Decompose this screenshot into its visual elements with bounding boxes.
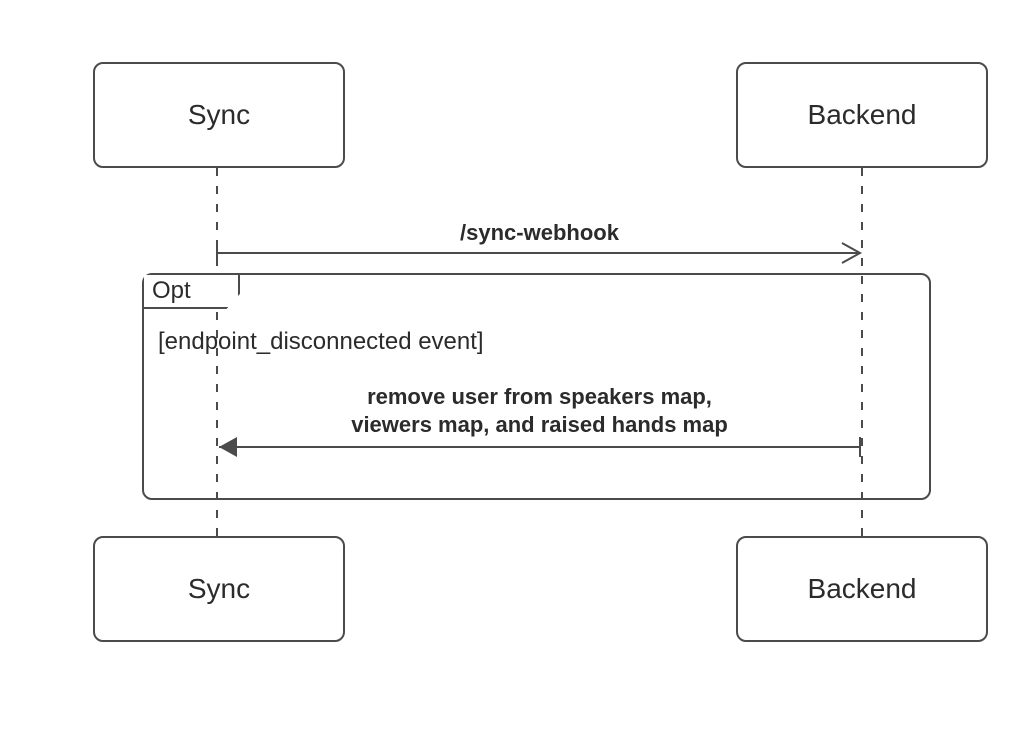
actor-sync-bottom: Sync xyxy=(93,536,345,642)
actor-sync-top: Sync xyxy=(93,62,345,168)
message-remove-user-line1: remove user from speakers map, xyxy=(367,384,712,409)
actor-backend-bottom: Backend xyxy=(736,536,988,642)
opt-guard: [endpoint_disconnected event] xyxy=(158,328,484,356)
actor-backend-top: Backend xyxy=(736,62,988,168)
message-remove-user-line2: viewers map, and raised hands map xyxy=(351,412,728,437)
message-remove-user-label: remove user from speakers map, viewers m… xyxy=(217,383,862,438)
message-sync-webhook-label: /sync-webhook xyxy=(217,219,862,247)
opt-fragment-tag: Opt xyxy=(144,275,240,309)
